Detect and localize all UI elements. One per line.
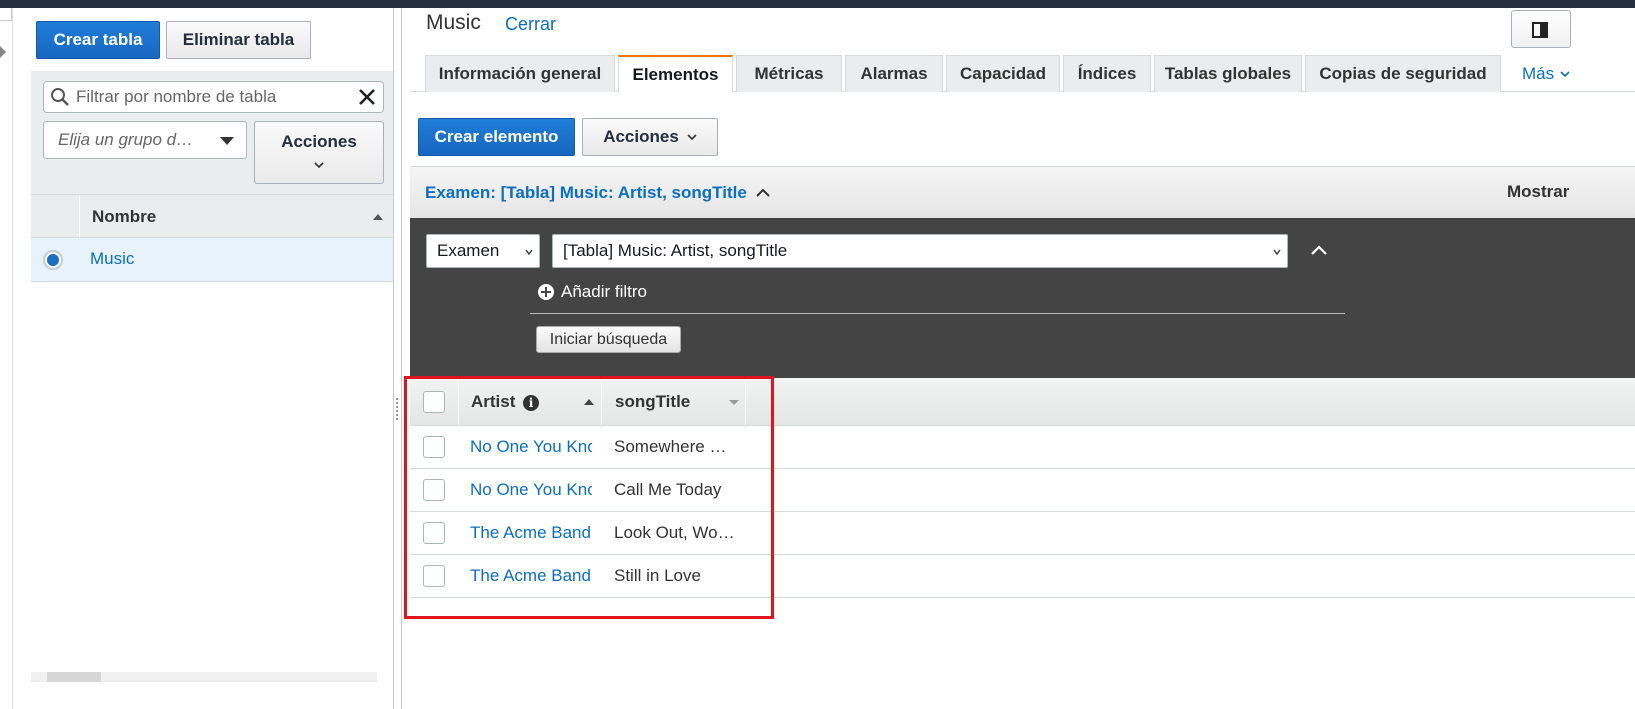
add-filter-button[interactable]: Añadir filtro (538, 282, 647, 302)
column-header-nombre[interactable]: Nombre (92, 207, 156, 227)
filter-divider (530, 313, 1345, 314)
create-item-button[interactable]: Crear elemento (418, 118, 575, 156)
table-group-select[interactable]: Elija un grupo d… (43, 121, 247, 159)
artist-link[interactable]: The Acme Band (470, 523, 592, 543)
panel-splitter[interactable] (393, 8, 402, 709)
table-row[interactable]: The Acme Band Look Out, World (410, 512, 1635, 555)
caret-down-icon (220, 137, 234, 145)
item-actions-button[interactable]: Acciones (582, 118, 718, 156)
column-header-artist[interactable]: Artist (471, 392, 515, 412)
table-filter-area: Elija un grupo d… Acciones (31, 71, 393, 194)
chevron-down-icon (525, 249, 533, 256)
item-actions-label: Acciones (603, 127, 679, 146)
column-header-songtitle[interactable]: songTitle (615, 392, 690, 412)
artist-link[interactable]: No One You Know (470, 437, 592, 457)
table-actions-button[interactable]: Acciones (254, 121, 384, 184)
table-search-input[interactable] (76, 85, 346, 109)
table-row[interactable]: No One You Know Call Me Today (410, 469, 1635, 512)
scan-type-value: Examen (437, 241, 500, 260)
create-table-button[interactable]: Crear tabla (36, 21, 160, 59)
scan-target-value: [Tabla] Music: Artist, songTitle (563, 241, 788, 260)
nav-corner-box (0, 8, 12, 21)
collapsed-nav-strip (0, 8, 13, 709)
top-navigation-bar (0, 0, 1635, 8)
select-all-checkbox[interactable] (423, 391, 445, 413)
table-search-box (43, 81, 384, 113)
song-title-cell: Still in Love (614, 566, 701, 585)
horizontal-scrollbar[interactable] (31, 672, 377, 682)
tab-indices[interactable]: Índices (1063, 55, 1151, 92)
scan-type-select[interactable]: Examen (426, 234, 540, 268)
start-search-button[interactable]: Iniciar búsqueda (536, 326, 681, 353)
tab-bar: Información general Elementos Métricas A… (410, 55, 1635, 93)
group-select-placeholder: Elija un grupo d… (58, 130, 194, 149)
song-title-cell: Somewhere Down The Road (614, 437, 736, 456)
song-title-cell: Look Out, World (614, 523, 736, 542)
scan-target-select[interactable]: [Tabla] Music: Artist, songTitle (552, 234, 1288, 268)
info-icon[interactable]: i (523, 395, 539, 411)
panel-layout-icon (1532, 22, 1548, 38)
song-title-cell: Call Me Today (614, 480, 722, 499)
scrollbar-thumb[interactable] (47, 672, 101, 682)
table-name-link[interactable]: Music (90, 249, 134, 269)
toggle-panel-button[interactable] (1511, 10, 1571, 48)
tab-more-label: Más (1522, 63, 1555, 83)
table-actions-label: Acciones (281, 132, 357, 151)
row-checkbox[interactable] (423, 522, 445, 544)
table-row[interactable]: No One You Know Somewhere Down The Road (410, 426, 1635, 469)
column-separator (601, 378, 602, 426)
add-filter-label: Añadir filtro (561, 282, 647, 301)
column-separator (458, 378, 459, 426)
artist-link[interactable]: The Acme Band (470, 566, 592, 586)
delete-table-button[interactable]: Eliminar tabla (166, 21, 311, 59)
chevron-down-icon (314, 162, 324, 169)
table-details-panel: Music Cerrar Información general Element… (402, 8, 1635, 709)
row-checkbox[interactable] (423, 436, 445, 458)
show-label: Mostrar (1507, 182, 1570, 201)
row-checkbox[interactable] (423, 479, 445, 501)
tab-copias-de-seguridad[interactable]: Copias de seguridad (1305, 55, 1501, 92)
page-title: Music (426, 11, 481, 34)
sort-descending-icon[interactable] (729, 400, 739, 405)
table-select-radio[interactable] (43, 250, 63, 270)
scan-summary-bar: Examen: [Tabla] Music: Artist, songTitle… (410, 166, 1635, 218)
chevron-up-icon[interactable] (755, 186, 771, 198)
tab-alarmas[interactable]: Alarmas (845, 55, 943, 92)
tab-metricas[interactable]: Métricas (736, 55, 842, 92)
close-link[interactable]: Cerrar (505, 14, 556, 35)
sort-ascending-icon[interactable] (584, 399, 594, 405)
items-grid-header: Artist i songTitle (410, 378, 1635, 426)
tables-list-header: Nombre (31, 194, 393, 239)
chevron-down-icon (1273, 249, 1281, 256)
tab-informacion-general[interactable]: Información general (425, 55, 615, 92)
tab-tablas-globales[interactable]: Tablas globales (1154, 55, 1302, 92)
collapse-query-icon[interactable] (1310, 244, 1328, 256)
expand-nav-arrow-icon[interactable] (0, 46, 6, 58)
scan-summary-toggle[interactable]: Examen: [Tabla] Music: Artist, songTitle (425, 183, 747, 203)
table-row-music[interactable]: Music (31, 238, 393, 282)
sort-ascending-icon[interactable] (373, 214, 383, 220)
chevron-down-icon (1560, 70, 1570, 77)
plus-circle-icon (538, 284, 554, 300)
table-row[interactable]: The Acme Band Still in Love (410, 555, 1635, 598)
clear-search-icon[interactable] (357, 87, 377, 107)
tab-elementos[interactable]: Elementos (618, 55, 733, 93)
column-separator (745, 378, 746, 426)
tables-panel: Crear tabla Eliminar tabla Elija un grup… (31, 8, 393, 709)
scan-query-panel: Examen [Tabla] Music: Artist, songTitle … (410, 218, 1635, 378)
artist-link[interactable]: No One You Know (470, 480, 592, 500)
search-icon (51, 88, 69, 106)
row-checkbox[interactable] (423, 565, 445, 587)
tab-more[interactable]: Más (1522, 55, 1570, 92)
column-separator (79, 195, 80, 239)
splitter-grip-icon[interactable] (396, 398, 399, 420)
chevron-down-icon (687, 134, 697, 141)
tab-capacidad[interactable]: Capacidad (946, 55, 1060, 92)
